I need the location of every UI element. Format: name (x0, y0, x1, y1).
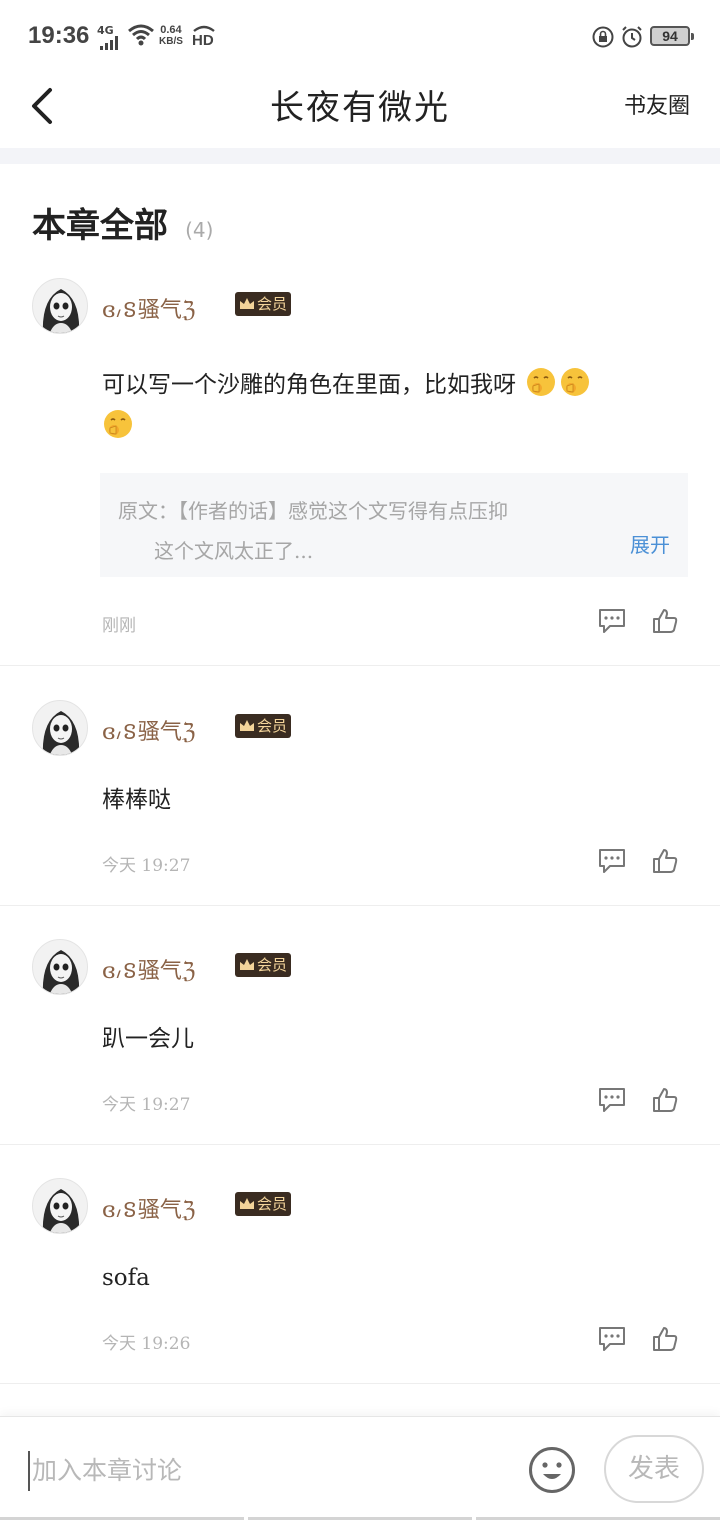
like-icon[interactable] (652, 1326, 678, 1352)
comment-item: ɞ៸ៜ骚气ℨ 会员 sofa 今天 19:26 (0, 1145, 720, 1384)
signal-icon (100, 36, 118, 50)
like-icon[interactable] (652, 848, 678, 874)
comment-body: 可以写一个沙雕的角色在里面，比如我呀 (102, 372, 516, 398)
quoted-original[interactable]: 原文：【作者的话】感觉这个文写得有点压抑 这个文风太正了... 展开 (100, 473, 688, 577)
timestamp: 刚刚 (102, 616, 136, 636)
reply-icon[interactable] (598, 608, 626, 634)
section-header: 本章全部 (4) (32, 198, 213, 247)
status-bar: 19:36 4G 0.64 KB/S HD 94 (0, 0, 720, 72)
section-divider (0, 148, 720, 164)
send-button[interactable]: 发表 (604, 1435, 704, 1503)
comment-input[interactable]: 加入本章讨论 (28, 1451, 498, 1491)
crown-icon (240, 1198, 254, 1209)
network-speed: 0.64 KB/S (159, 24, 183, 48)
username[interactable]: ɞ៸ៜ骚气ℨ (102, 1192, 196, 1224)
username[interactable]: ɞ៸ៜ骚气ℨ (102, 292, 196, 324)
home-indicator (0, 1516, 720, 1520)
comment-item: ɞ៸ៜ骚气ℨ 会员 棒棒哒 今天 19:27 (0, 666, 720, 906)
comment-item: ɞ៸ៜ骚气ℨ 会员 可以写一个沙雕的角色在里面，比如我呀 原文：【作者的话】感觉… (0, 262, 720, 666)
comment-text: sofa (102, 1265, 150, 1291)
comment-input-bar: 加入本章讨论 发表 (0, 1416, 720, 1520)
avatar[interactable] (32, 939, 88, 995)
crown-icon (240, 720, 254, 731)
crown-icon (240, 298, 254, 309)
like-icon[interactable] (652, 608, 678, 634)
timestamp: 今天 19:26 (102, 1334, 191, 1354)
comment-count: (4) (185, 218, 214, 242)
reply-icon[interactable] (598, 848, 626, 874)
speed-value: 0.64 (160, 24, 182, 36)
quote-text: 原文：【作者的话】感觉这个文写得有点压抑 这个文风太正了... (118, 491, 618, 571)
comment-text: 棒棒哒 (102, 787, 171, 813)
username[interactable]: ɞ៸ៜ骚气ℨ (102, 953, 196, 985)
timestamp: 今天 19:27 (102, 856, 191, 876)
avatar[interactable] (32, 700, 88, 756)
status-time: 19:36 (28, 22, 90, 49)
expand-link[interactable]: 展开 (630, 529, 670, 558)
comment-item: ɞ៸ៜ骚气ℨ 会员 趴一会儿 今天 19:27 (0, 906, 720, 1145)
like-icon[interactable] (652, 1087, 678, 1113)
book-circle-link[interactable]: 书友圈 (624, 88, 690, 120)
quote-line-1: 原文：【作者的话】感觉这个文写得有点压抑 (118, 499, 508, 523)
vip-label: 会员 (257, 717, 288, 735)
smiley-icon[interactable] (528, 1446, 576, 1494)
reply-icon[interactable] (598, 1326, 626, 1352)
vip-badge: 会员 (235, 953, 291, 977)
lock-icon (592, 26, 614, 48)
hd-icon: HD (192, 24, 216, 49)
hd-label: HD (192, 32, 214, 49)
timestamp: 今天 19:27 (102, 1095, 191, 1115)
quote-line-2: 这个文风太正了... (154, 539, 314, 563)
reply-icon[interactable] (598, 1087, 626, 1113)
vip-badge: 会员 (235, 1192, 291, 1216)
yawn-emoji-icon (561, 368, 590, 396)
vip-label: 会员 (257, 1195, 288, 1213)
vip-badge: 会员 (235, 714, 291, 738)
vip-label: 会员 (257, 295, 288, 313)
wifi-icon (128, 24, 154, 46)
crown-icon (240, 959, 254, 970)
nav-bar: 长夜有微光 书友圈 (0, 72, 720, 148)
alarm-icon (622, 26, 642, 48)
avatar[interactable] (32, 1178, 88, 1234)
yawn-emoji-icon (527, 368, 556, 396)
username[interactable]: ɞ៸ៜ骚气ℨ (102, 714, 196, 746)
section-title: 本章全部 (32, 206, 168, 246)
yawn-emoji-icon (104, 410, 132, 438)
battery-indicator: 94 (650, 26, 694, 46)
comment-text: 可以写一个沙雕的角色在里面，比如我呀 (102, 364, 687, 448)
comment-text: 趴一会儿 (102, 1026, 194, 1052)
vip-label: 会员 (257, 956, 288, 974)
page-title: 长夜有微光 (270, 88, 450, 128)
avatar[interactable] (32, 278, 88, 334)
vip-badge: 会员 (235, 292, 291, 316)
speed-unit: KB/S (159, 36, 183, 47)
